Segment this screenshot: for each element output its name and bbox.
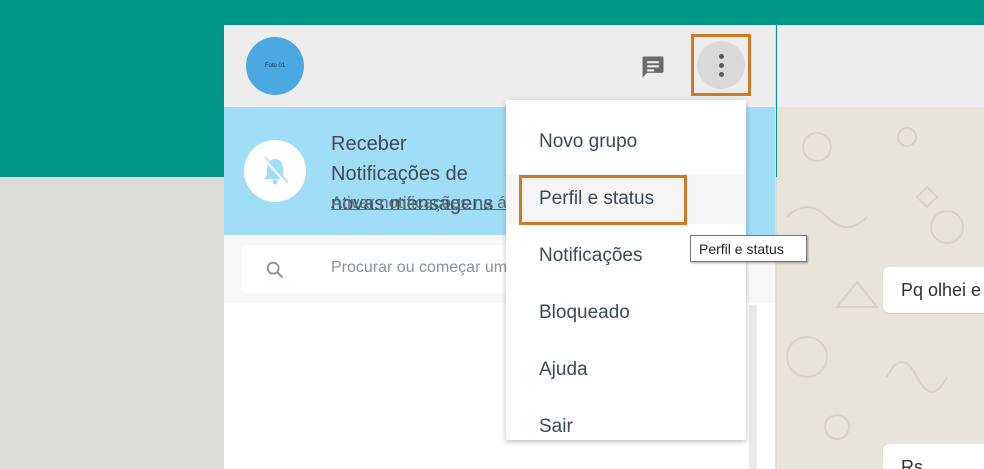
conversation-area: Pq olhei e Rs (777, 107, 984, 469)
avatar-label: Foto 01 (264, 63, 286, 69)
more-vert-icon (719, 54, 724, 59)
message-bubble: Pq olhei e (883, 267, 984, 313)
enable-notifications-link[interactable]: Ativar notificações na área de trabalho (331, 193, 521, 213)
menu-button[interactable] (691, 34, 751, 96)
new-chat-icon[interactable] (639, 53, 667, 81)
menu-item-logout[interactable]: Sair (506, 402, 746, 452)
menu-item-new-group[interactable]: Novo grupo (506, 117, 746, 167)
menu-button-background (697, 41, 745, 89)
more-vert-icon-dot (719, 63, 724, 68)
search-input[interactable]: Procurar ou começar uma nova conversa (242, 245, 624, 293)
more-vert-icon-dot (719, 72, 724, 77)
selection-highlight (519, 175, 687, 225)
chat-list-header: Foto 01 (224, 25, 776, 107)
menu-item-blocked[interactable]: Bloqueado (506, 288, 746, 338)
search-icon (266, 261, 284, 279)
bell-off-icon (244, 140, 306, 202)
conversation-header (777, 25, 984, 107)
avatar[interactable]: Foto 01 (246, 37, 304, 95)
tooltip: Perfil e status (690, 235, 807, 262)
menu-item-help[interactable]: Ajuda (506, 345, 746, 395)
scrollbar[interactable] (749, 305, 757, 469)
options-menu: Novo grupo Perfil e status Notificações … (506, 100, 746, 440)
message-bubble: Rs (883, 444, 984, 469)
